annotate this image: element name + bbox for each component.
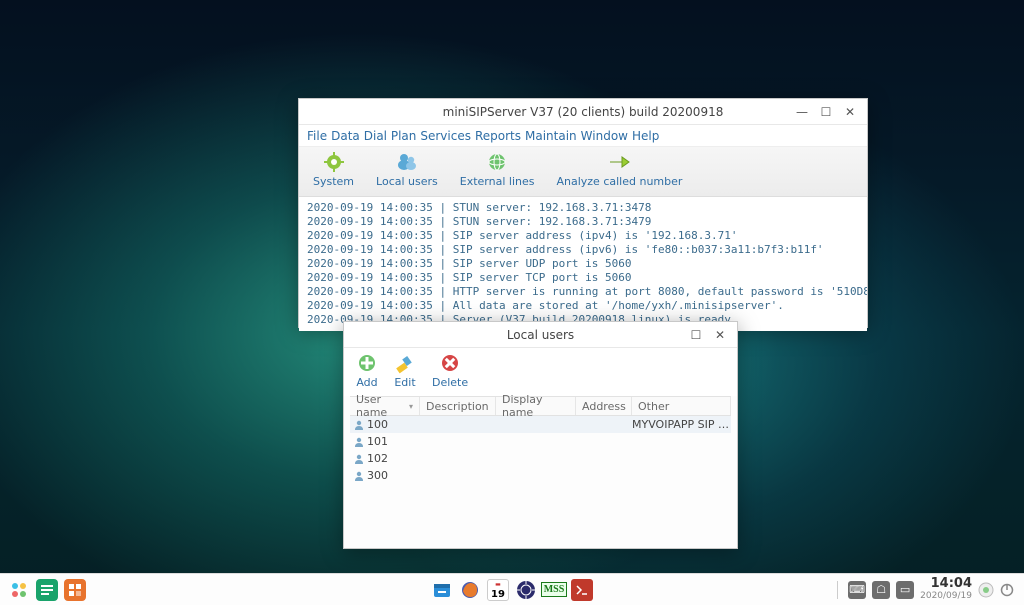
main-titlebar[interactable]: miniSIPServer V37 (20 clients) build 202…: [299, 99, 867, 125]
app-launcher-icon[interactable]: [8, 579, 30, 601]
main-title: miniSIPServer V37 (20 clients) build 202…: [299, 105, 867, 119]
menu-file[interactable]: File: [307, 129, 327, 143]
toolbar-add[interactable]: Add: [356, 352, 378, 389]
menu-reports[interactable]: Reports: [475, 129, 521, 143]
main-window: miniSIPServer V37 (20 clients) build 202…: [298, 98, 868, 328]
del-icon: [439, 352, 461, 374]
users-icon: [396, 151, 418, 173]
cell-other: MYVOIPAPP SIP Phone (No…: [632, 418, 731, 431]
dock-firefox-icon[interactable]: [459, 579, 481, 601]
globe-icon: [486, 151, 508, 173]
toolbar-label: Local users: [376, 175, 438, 188]
local-users-window: Local users ☐ ✕ Add Edit Delete User name▾…: [343, 321, 738, 549]
menu-window[interactable]: Window: [581, 129, 628, 143]
taskbar: ▬19 MSS ⌨ ☖ ▭ 14:04 2020/09/19: [0, 573, 1024, 605]
child-close-button[interactable]: ✕: [713, 328, 727, 342]
col-displayname[interactable]: Display name: [496, 397, 576, 415]
child-maximize-button[interactable]: ☐: [689, 328, 703, 342]
toolbar-label: External lines: [460, 175, 535, 188]
taskbar-right: ⌨ ☖ ▭ 14:04 2020/09/19: [833, 578, 1024, 602]
person-icon: [354, 437, 364, 447]
cell-username: 100: [367, 418, 388, 431]
tray-app-icon[interactable]: [978, 582, 994, 598]
sort-caret-icon: ▾: [409, 402, 413, 411]
arrow-icon: [608, 151, 630, 173]
dock-calendar-icon[interactable]: ▬19: [487, 579, 509, 601]
toolbar-label: Edit: [394, 376, 415, 389]
task-pinned-1[interactable]: [36, 579, 58, 601]
person-icon: [354, 420, 364, 430]
toolbar-label: System: [313, 175, 354, 188]
gear-icon: [323, 151, 345, 173]
dock-terminal-icon[interactable]: [571, 579, 593, 601]
menu-services[interactable]: Services: [420, 129, 471, 143]
tray-display-icon[interactable]: ▭: [896, 581, 914, 599]
cell-username: 300: [367, 469, 388, 482]
toolbar-local-users[interactable]: Local users: [376, 151, 438, 188]
taskbar-clock[interactable]: 14:04 2020/09/19: [920, 578, 972, 602]
cell-username: 102: [367, 452, 388, 465]
toolbar-label: Delete: [432, 376, 468, 389]
calendar-day: 19: [491, 590, 505, 600]
log-pane: 2020-09-19 14:00:35 | STUN server: 192.1…: [299, 197, 867, 331]
table-row[interactable]: 300: [350, 467, 731, 484]
menu-dial-plan[interactable]: Dial Plan: [364, 129, 417, 143]
clock-date: 2020/09/19: [920, 590, 972, 602]
table-body: 100 MYVOIPAPP SIP Phone (No… 101 102 300: [350, 416, 731, 484]
toolbar-external-lines[interactable]: External lines: [460, 151, 535, 188]
table-row[interactable]: 101: [350, 433, 731, 450]
child-toolbar: Add Edit Delete: [344, 348, 737, 396]
table-row[interactable]: 102: [350, 450, 731, 467]
col-address[interactable]: Address: [576, 397, 632, 415]
minimize-button[interactable]: —: [795, 105, 809, 119]
toolbar-label: Add: [356, 376, 377, 389]
toolbar-label: Analyze called number: [556, 175, 682, 188]
toolbar-delete[interactable]: Delete: [432, 352, 468, 389]
person-icon: [354, 471, 364, 481]
tray-separator: [837, 581, 838, 599]
col-username[interactable]: User name▾: [350, 397, 420, 415]
col-other[interactable]: Other: [632, 397, 731, 415]
clock-time: 14:04: [920, 578, 972, 590]
taskbar-left: [0, 579, 86, 601]
table-header: User name▾ Description Display name Addr…: [350, 396, 731, 416]
toolbar-edit[interactable]: Edit: [394, 352, 416, 389]
tray-power-icon[interactable]: [1000, 583, 1014, 597]
menu-help[interactable]: Help: [632, 129, 659, 143]
dock-mss-icon[interactable]: MSS: [543, 579, 565, 601]
cell-username: 101: [367, 435, 388, 448]
menu-maintain[interactable]: Maintain: [525, 129, 577, 143]
add-icon: [356, 352, 378, 374]
dock-app-store-icon[interactable]: [431, 579, 453, 601]
task-pinned-2[interactable]: [64, 579, 86, 601]
menu-data[interactable]: Data: [331, 129, 360, 143]
close-button[interactable]: ✕: [843, 105, 857, 119]
menubar: File Data Dial PlanServices Reports Maintain…: [299, 125, 867, 147]
person-icon: [354, 454, 364, 464]
toolbar-system[interactable]: System: [313, 151, 354, 188]
child-titlebar[interactable]: Local users ☐ ✕: [344, 322, 737, 348]
col-description[interactable]: Description: [420, 397, 496, 415]
dock-settings-icon[interactable]: [515, 579, 537, 601]
tray-keyboard-icon[interactable]: ⌨: [848, 581, 866, 599]
edit-icon: [394, 352, 416, 374]
child-title: Local users: [344, 328, 737, 342]
tray-notification-icon[interactable]: ☖: [872, 581, 890, 599]
maximize-button[interactable]: ☐: [819, 105, 833, 119]
main-toolbar: System Local users External lines Analyze c…: [299, 147, 867, 197]
taskbar-center: ▬19 MSS: [431, 579, 593, 601]
toolbar-analyze-called-number[interactable]: Analyze called number: [556, 151, 682, 188]
